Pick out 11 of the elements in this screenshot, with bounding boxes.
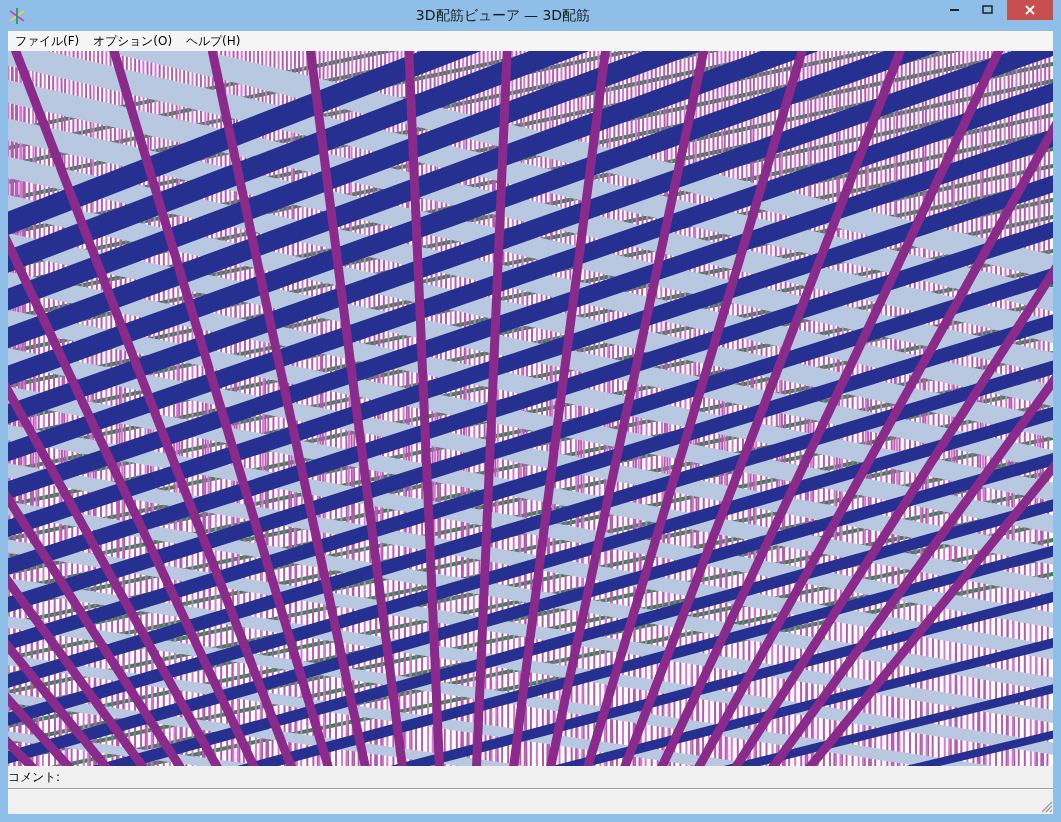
- minimize-icon: [949, 8, 960, 12]
- resize-grip-icon: [1041, 801, 1053, 813]
- window-title: 3D配筋ビューア — 3D配筋: [414, 6, 591, 25]
- menu-item[interactable]: ファイル(F): [10, 31, 85, 51]
- close-icon: [1025, 5, 1035, 15]
- menu-item[interactable]: ヘルプ(H): [181, 31, 246, 51]
- comment-label: コメント:: [8, 769, 61, 786]
- maximize-icon: [981, 5, 994, 15]
- app-icon: [9, 7, 25, 24]
- menu-item[interactable]: オプション(O): [88, 31, 178, 51]
- close-button[interactable]: [1007, 0, 1053, 20]
